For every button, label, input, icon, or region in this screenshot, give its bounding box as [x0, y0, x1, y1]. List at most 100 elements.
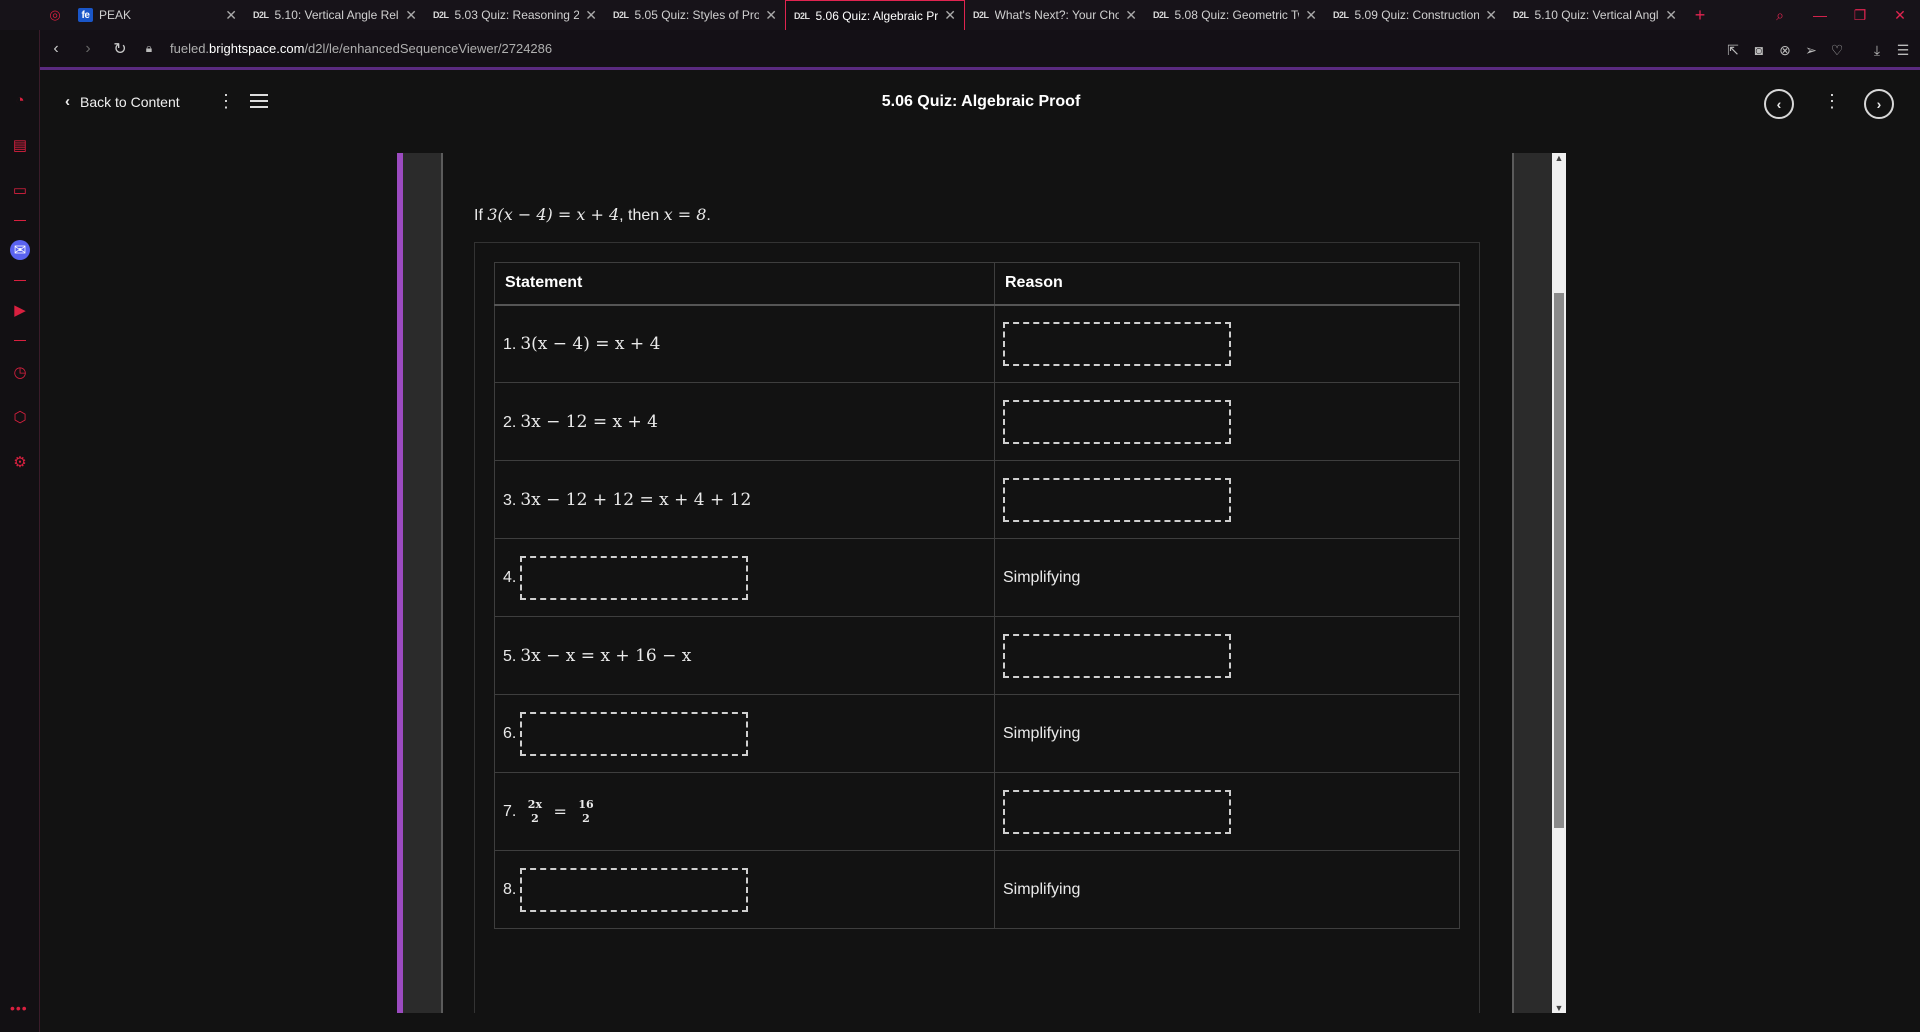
- heart-icon[interactable]: ♡: [1828, 42, 1846, 59]
- close-icon[interactable]: ✕: [1485, 7, 1497, 24]
- d2l-favicon-icon: D2L: [1513, 10, 1529, 20]
- send-icon[interactable]: ➢: [1802, 42, 1820, 59]
- close-icon[interactable]: ✕: [1125, 7, 1137, 24]
- table-header-row: Statement Reason: [494, 262, 1460, 306]
- minimize-icon[interactable]: —: [1800, 0, 1840, 30]
- tab-title: 5.03 Quiz: Reasoning 2: [454, 8, 580, 22]
- scrollbar-thumb[interactable]: [1554, 293, 1564, 828]
- sidebar-divider: [14, 280, 26, 281]
- easy-setup-icon[interactable]: ☰: [1894, 42, 1912, 59]
- prompt-text: .: [706, 207, 711, 224]
- tab-5-06-quiz-active[interactable]: D2L 5.06 Quiz: Algebraic Pro ✕: [785, 0, 965, 30]
- reason-cell: [994, 616, 1460, 695]
- search-tabs-icon[interactable]: ⌕: [1760, 0, 1800, 30]
- url-path: /d2l/le/enhancedSequenceViewer/2724286: [304, 41, 553, 56]
- lock-icon[interactable]: 🔒︎: [136, 41, 162, 56]
- table-row: 8. Simplifying: [494, 850, 1460, 929]
- bag-icon[interactable]: ▤: [10, 135, 30, 155]
- previous-topic-button[interactable]: ‹: [1764, 89, 1794, 119]
- back-arrow-icon[interactable]: ‹: [40, 29, 72, 69]
- camera-icon[interactable]: ◙: [1750, 42, 1768, 58]
- statement-math: 3x − 12 = x + 4: [520, 411, 658, 432]
- row-number: 7.: [503, 802, 517, 820]
- tab-5-03-quiz[interactable]: D2L 5.03 Quiz: Reasoning 2 ✕: [425, 0, 605, 30]
- reason-cell: [994, 772, 1460, 851]
- tab-title: 5.05 Quiz: Styles of Proo: [634, 8, 760, 22]
- close-icon[interactable]: ✕: [225, 7, 237, 24]
- messenger-icon[interactable]: ✉: [10, 240, 30, 260]
- tab-5-09-quiz[interactable]: D2L 5.09 Quiz: Construction ✕: [1325, 0, 1505, 30]
- close-icon[interactable]: ✕: [1665, 7, 1677, 24]
- close-icon[interactable]: ✕: [405, 7, 417, 24]
- statement-cell: 8.: [494, 850, 995, 929]
- history-icon[interactable]: ◷: [10, 362, 30, 382]
- close-window-icon[interactable]: ✕: [1880, 0, 1920, 30]
- cube-icon[interactable]: ⬡: [10, 407, 30, 427]
- address-bar: ‹ › ↻ 🔒︎ fueled.brightspace.com/d2l/le/e…: [40, 30, 1920, 70]
- statement-drop-zone[interactable]: [520, 555, 749, 600]
- twitch-icon[interactable]: ▭: [10, 180, 30, 200]
- statement-drop-zone[interactable]: [520, 711, 749, 756]
- proof-container: Statement Reason 1. 3(x − 4) = x + 4 2. 3x…: [474, 242, 1480, 1013]
- table-row: 6. Simplifying: [494, 694, 1460, 773]
- reason-drop-zone[interactable]: [1003, 321, 1231, 366]
- close-icon[interactable]: ✕: [585, 7, 597, 24]
- topic-options-icon[interactable]: ⋮: [1823, 91, 1841, 112]
- url-field[interactable]: fueled.brightspace.com/d2l/le/enhancedSe…: [170, 41, 552, 56]
- url-prefix: fueled.: [170, 41, 210, 56]
- frame-left-gutter: [403, 153, 443, 1013]
- close-icon[interactable]: ✕: [1305, 7, 1317, 24]
- numerator: 16: [578, 797, 594, 811]
- reason-header: Reason: [994, 262, 1460, 306]
- statement-cell: 6.: [494, 694, 995, 773]
- next-topic-button[interactable]: ›: [1864, 89, 1894, 119]
- statement-cell: 7. 2x 2 = 16 2: [494, 772, 995, 851]
- window-controls: ⌕ — ❐ ✕: [1760, 0, 1920, 30]
- table-row: 7. 2x 2 = 16 2: [494, 772, 1460, 851]
- scroll-up-icon[interactable]: ▲: [1552, 153, 1566, 163]
- statement-drop-zone[interactable]: [520, 867, 749, 912]
- tab-5-10-vertical-angle[interactable]: D2L 5.10: Vertical Angle Rela ✕: [245, 0, 425, 30]
- tab-bar: ◎ fe PEAK ✕ D2L 5.10: Vertical Angle Rel…: [0, 0, 1920, 30]
- tab-5-08-quiz[interactable]: D2L 5.08 Quiz: Geometric Tw ✕: [1145, 0, 1325, 30]
- reason-cell: Simplifying: [994, 850, 1460, 929]
- gamepad-icon[interactable]: ◎: [40, 0, 70, 30]
- share-icon[interactable]: ⇱: [1724, 42, 1742, 59]
- new-tab-plus-icon[interactable]: +: [1685, 5, 1715, 26]
- adblock-icon[interactable]: ⊗: [1776, 42, 1794, 59]
- d2l-favicon-icon: D2L: [433, 10, 449, 20]
- prompt-text: , then: [619, 207, 664, 224]
- tab-peak[interactable]: fe PEAK ✕: [70, 0, 245, 30]
- statement-cell: 4.: [494, 538, 995, 617]
- restore-icon[interactable]: ❐: [1840, 0, 1880, 30]
- reason-drop-zone[interactable]: [1003, 633, 1231, 678]
- reload-icon[interactable]: ↻: [104, 29, 136, 69]
- tab-5-05-quiz[interactable]: D2L 5.05 Quiz: Styles of Proo ✕: [605, 0, 785, 30]
- download-icon[interactable]: ⤓: [1868, 42, 1886, 59]
- app-header: ‹ Back to Content ⋮ 5.06 Quiz: Algebraic…: [41, 73, 1920, 133]
- player-icon[interactable]: ▶: [10, 300, 30, 320]
- prompt-math: 3(x − 4) = x + 4: [487, 205, 620, 224]
- statement-math: 3(x − 4) = x + 4: [520, 333, 661, 354]
- reason-drop-zone[interactable]: [1003, 477, 1231, 522]
- forward-arrow-icon[interactable]: ›: [72, 29, 104, 69]
- speed-dial-icon[interactable]: ◔: [10, 90, 30, 110]
- tab-whats-next[interactable]: D2L What's Next?: Your Cho ✕: [965, 0, 1145, 30]
- more-icon[interactable]: •••: [10, 1000, 28, 1016]
- question-prompt: If 3(x − 4) = x + 4, then x = 8.: [474, 205, 711, 225]
- close-icon[interactable]: ✕: [944, 7, 956, 24]
- statement-header: Statement: [494, 262, 995, 306]
- close-icon[interactable]: ✕: [765, 7, 777, 24]
- settings-icon[interactable]: ⚙: [10, 452, 30, 472]
- numerator: 2x: [527, 797, 543, 811]
- row-number: 4.: [503, 568, 517, 586]
- d2l-favicon-icon: D2L: [253, 10, 269, 20]
- content-scrollbar[interactable]: ▲ ▼: [1552, 153, 1566, 1013]
- tab-5-10-quiz[interactable]: D2L 5.10 Quiz: Vertical Angle ✕: [1505, 0, 1685, 30]
- reason-drop-zone[interactable]: [1003, 789, 1231, 834]
- fraction-right: 16 2: [578, 798, 593, 826]
- row-number: 6.: [503, 724, 517, 742]
- reason-drop-zone[interactable]: [1003, 399, 1231, 444]
- scroll-down-icon[interactable]: ▼: [1552, 1003, 1566, 1013]
- d2l-favicon-icon: D2L: [1333, 10, 1349, 20]
